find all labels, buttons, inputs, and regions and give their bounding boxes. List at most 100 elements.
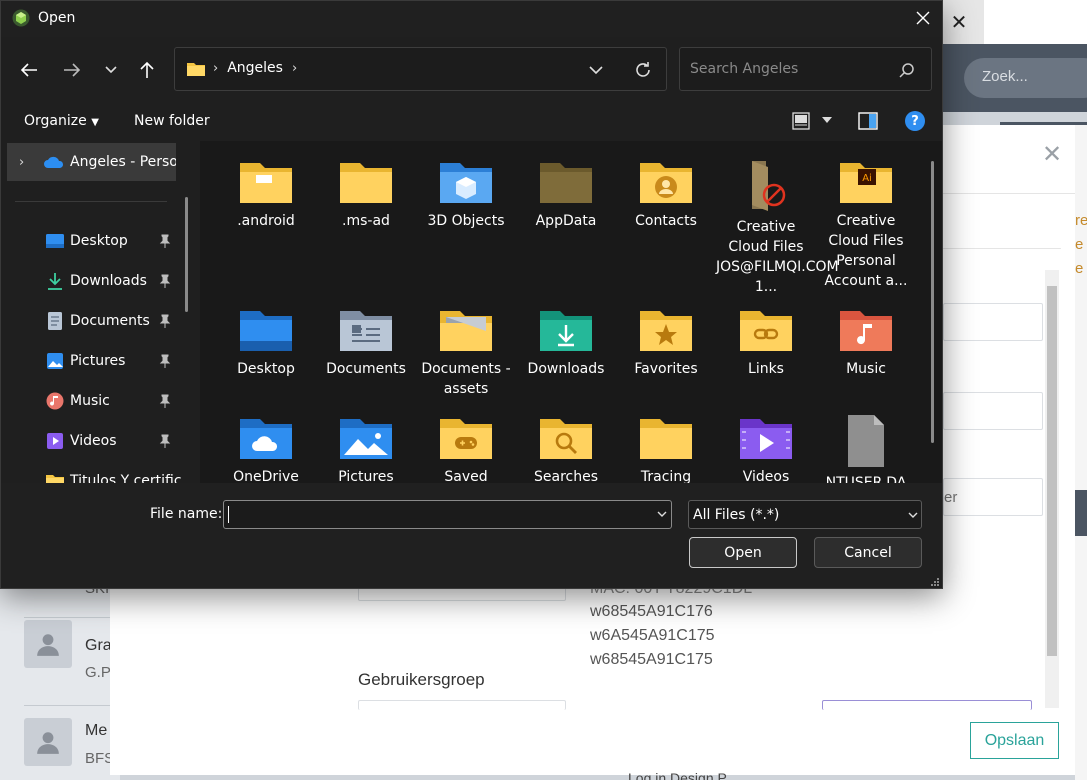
save-button[interactable]: Opslaan <box>970 722 1059 759</box>
form-field[interactable] <box>943 392 1043 430</box>
file-tile-label: Music <box>846 361 886 377</box>
close-button[interactable] <box>906 3 940 33</box>
folder-saved-icon <box>440 419 492 459</box>
up-button[interactable] <box>134 57 160 83</box>
mac-address-line: w6A545A91C175 <box>590 627 715 644</box>
search-box[interactable]: Search Angeles <box>679 47 932 91</box>
nav-item-downloads[interactable]: Downloads <box>1 262 181 300</box>
file-tile-searches[interactable]: Searches <box>516 415 616 483</box>
file-tile-ntuser[interactable]: NTUSER.DA <box>816 415 916 483</box>
file-tile-favorites[interactable]: Favorites <box>616 307 716 379</box>
file-tile-3d-objects[interactable]: 3D Objects <box>416 159 516 231</box>
help-button[interactable]: ? <box>905 111 925 131</box>
file-tile-label: .ms-ad <box>342 213 390 229</box>
form-field[interactable] <box>822 700 1032 710</box>
nav-item-desktop[interactable]: Desktop <box>1 222 181 260</box>
search-placeholder: Search Angeles <box>690 61 799 77</box>
breadcrumb-item[interactable]: Angeles <box>227 60 283 76</box>
pin-icon[interactable] <box>158 434 172 448</box>
nav-item-music[interactable]: Music <box>1 382 181 420</box>
nav-item-onedrive-personal[interactable]: › Angeles - Personal <box>7 143 176 181</box>
onedrive-icon <box>44 156 64 168</box>
file-name-input[interactable] <box>223 500 672 529</box>
pin-icon[interactable] <box>158 234 172 248</box>
nav-item-videos[interactable]: Videos <box>1 422 181 460</box>
dialog-title: Open <box>38 10 76 26</box>
file-tile-desktop[interactable]: Desktop <box>216 307 316 379</box>
right-edge-text: re <box>1075 212 1087 229</box>
file-tile-links[interactable]: Links <box>716 307 816 379</box>
nav-item-label: Documents <box>70 313 150 329</box>
cancel-button[interactable]: Cancel <box>814 537 922 568</box>
list-item-name[interactable]: Gra <box>85 637 112 655</box>
form-field[interactable] <box>943 303 1043 341</box>
chevron-down-icon[interactable] <box>587 62 605 78</box>
file-tile-creative-cloud-personal[interactable]: Ai Creative Cloud Files Personal Account… <box>816 159 916 291</box>
file-tile-label: Tracing <box>640 469 692 483</box>
caret-down-icon: ▼ <box>91 117 99 128</box>
nav-pane-scrollbar[interactable] <box>185 197 188 312</box>
file-tile-documents[interactable]: Documents <box>316 307 416 379</box>
organize-menu[interactable]: Organize ▼ <box>24 113 99 129</box>
close-icon <box>916 11 930 25</box>
nav-item-label: Desktop <box>70 233 128 249</box>
nav-item-label: Music <box>70 393 110 409</box>
back-button[interactable] <box>16 57 42 83</box>
pane-splitter[interactable] <box>200 141 207 483</box>
pin-icon[interactable] <box>158 274 172 288</box>
pin-icon[interactable] <box>158 354 172 368</box>
file-tile-android[interactable]: .android <box>216 159 316 231</box>
file-tile-onedrive[interactable]: OneDrive <box>216 415 316 483</box>
file-grid-scrollbar[interactable] <box>931 161 934 443</box>
file-tile-ms-ad[interactable]: .ms-ad <box>316 159 416 231</box>
form-field-text: er <box>944 489 958 506</box>
nav-item-documents[interactable]: Documents <box>1 302 181 340</box>
recent-locations-button[interactable] <box>98 57 124 83</box>
breadcrumb-chevron-icon[interactable]: › <box>292 61 297 76</box>
address-bar[interactable]: › Angeles › <box>174 47 667 91</box>
search-input[interactable]: Zoek... <box>964 58 1087 98</box>
file-tile-creative-cloud-jos[interactable]: Creative Cloud Files JOS@FILMQI.COM 1... <box>716 159 839 297</box>
file-tile-downloads[interactable]: Downloads <box>516 307 616 379</box>
file-grid: .android .ms-ad 3D Objects AppData Conta… <box>207 141 942 483</box>
preview-pane-icon[interactable] <box>858 111 878 131</box>
expand-chevron-icon[interactable]: › <box>19 155 24 170</box>
pin-icon[interactable] <box>158 314 172 328</box>
list-item-name[interactable]: Me <box>85 722 107 740</box>
open-button[interactable]: Open <box>689 537 797 568</box>
refresh-icon[interactable] <box>633 60 653 80</box>
file-tile-saved[interactable]: Saved <box>416 415 516 483</box>
file-tile-music[interactable]: Music <box>816 307 916 379</box>
file-tile-documents-assets[interactable]: Documents -assets <box>416 307 516 399</box>
modal-scrollbar-thumb[interactable] <box>1047 286 1057 656</box>
resize-grip-icon[interactable] <box>930 577 940 587</box>
modal-close-icon[interactable]: ✕ <box>1042 140 1062 169</box>
new-folder-button[interactable]: New folder <box>134 113 210 129</box>
file-tile-label: Videos <box>742 469 790 483</box>
nav-item-pictures[interactable]: Pictures <box>1 342 181 380</box>
form-field[interactable] <box>943 248 1061 249</box>
form-field[interactable]: er <box>943 478 1043 516</box>
folder-onedrive-icon <box>240 419 292 459</box>
mac-address-line: w68545A91C176 <box>590 603 713 620</box>
pin-icon[interactable] <box>158 394 172 408</box>
forward-button[interactable] <box>59 57 85 83</box>
caret-down-icon[interactable] <box>822 117 832 125</box>
file-tile-appdata[interactable]: AppData <box>516 159 616 231</box>
folder-contacts-icon <box>640 163 692 203</box>
file-tile-label: Saved <box>444 469 488 483</box>
view-options-icon[interactable] <box>791 111 811 131</box>
breadcrumb: › Angeles › <box>213 60 297 76</box>
chevron-down-icon[interactable] <box>656 508 668 520</box>
chevron-down-icon <box>908 512 918 518</box>
file-type-select[interactable]: All Files (*.*) <box>688 500 922 529</box>
file-tile-contacts[interactable]: Contacts <box>616 159 716 231</box>
file-tile-label: Documents -assets <box>421 361 511 397</box>
file-tile-tracing[interactable]: Tracing <box>616 415 716 483</box>
file-tile-videos[interactable]: Videos <box>716 415 816 483</box>
group-select[interactable] <box>358 700 566 710</box>
file-tile-label: Downloads <box>527 361 605 377</box>
file-tile-pictures[interactable]: Pictures <box>316 415 416 483</box>
right-edge-block <box>1075 490 1087 536</box>
file-tile-label: Contacts <box>635 213 697 229</box>
